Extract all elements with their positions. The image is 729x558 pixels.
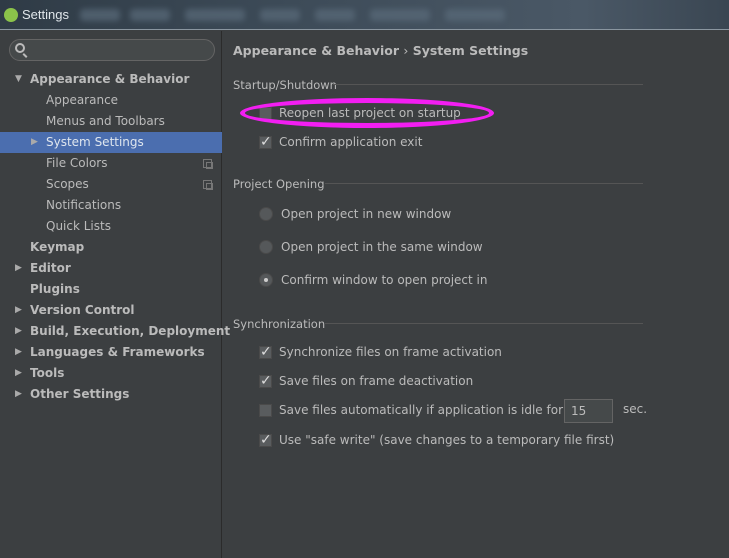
collapse-arrow-icon[interactable]: ▶ [31, 132, 38, 153]
sidebar-item[interactable]: ▶ Tools [0, 363, 222, 384]
collapse-arrow-icon[interactable]: ▶ [15, 384, 22, 405]
collapse-arrow-icon[interactable]: ▶ [15, 363, 22, 384]
reopen-last-project-checkbox[interactable]: Reopen last project on startup [259, 104, 461, 122]
checkbox[interactable] [259, 343, 272, 361]
sidebar-item[interactable]: Plugins [0, 279, 222, 300]
save-on-deactivation-checkbox[interactable]: Save files on frame deactivation [259, 372, 473, 390]
sidebar-item[interactable]: ▶ Version Control [0, 300, 222, 321]
breadcrumb-current: System Settings [412, 43, 529, 58]
settings-tree: ▼ Appearance & Behavior Appearance Menus an… [0, 69, 230, 405]
sidebar-item[interactable]: ▶ Editor [0, 258, 222, 279]
sidebar-item[interactable]: Appearance [0, 90, 222, 111]
breadcrumb-separator: › [403, 43, 409, 58]
sidebar-item-label: Plugins [30, 282, 80, 296]
collapse-arrow-icon[interactable]: ▶ [15, 258, 22, 279]
sidebar-item[interactable]: Menus and Toolbars [0, 111, 222, 132]
android-studio-icon [4, 8, 18, 22]
settings-sidebar: ▼ Appearance & Behavior Appearance Menus an… [0, 31, 230, 558]
sidebar-item[interactable]: Keymap [0, 237, 222, 258]
sidebar-item[interactable]: Quick Lists [0, 216, 222, 237]
breadcrumb: Appearance & Behavior › System Settings [233, 43, 528, 58]
sidebar-item[interactable]: Scopes [0, 174, 222, 195]
sidebar-item-label: Notifications [46, 198, 122, 212]
sidebar-item-label: Other Settings [30, 387, 130, 401]
sidebar-item-label: Appearance & Behavior [30, 72, 190, 86]
checkbox[interactable] [259, 372, 272, 390]
radio[interactable] [259, 207, 273, 221]
collapse-arrow-icon[interactable]: ▶ [15, 300, 22, 321]
sidebar-item-label: Languages & Frameworks [30, 345, 205, 359]
project-scope-icon [203, 180, 213, 190]
settings-content: Appearance & Behavior › System Settings … [223, 31, 729, 558]
sidebar-item-label: Appearance [46, 93, 119, 107]
sidebar-item-label: Menus and Toolbars [46, 114, 165, 128]
sidebar-item-label: Version Control [30, 303, 135, 317]
sidebar-item[interactable]: Notifications [0, 195, 222, 216]
search-input[interactable] [9, 39, 215, 61]
sidebar-item[interactable]: ▶ Build, Execution, Deployment [0, 321, 230, 342]
sidebar-item-label: Editor [30, 261, 71, 275]
checkbox[interactable] [259, 431, 272, 449]
sidebar-item-label: Build, Execution, Deployment [30, 324, 231, 338]
sidebar-item[interactable]: ▼ Appearance & Behavior [0, 69, 222, 90]
save-idle-checkbox[interactable]: Save files automatically if application … [259, 401, 563, 419]
divider [325, 183, 643, 184]
checkbox[interactable] [259, 107, 272, 120]
safe-write-checkbox[interactable]: Use "safe write" (save changes to a temp… [259, 431, 614, 449]
sidebar-item-label: Tools [30, 366, 65, 380]
sidebar-item-label: Scopes [46, 177, 89, 191]
sidebar-item-label: Keymap [30, 240, 85, 254]
confirm-exit-checkbox[interactable]: Confirm application exit [259, 133, 422, 151]
divider [333, 84, 643, 85]
sync-on-activation-checkbox[interactable]: Synchronize files on frame activation [259, 343, 502, 361]
expand-arrow-icon[interactable]: ▼ [15, 69, 22, 90]
sidebar-item[interactable]: ▶ System Settings [0, 132, 222, 153]
checkbox[interactable] [259, 404, 272, 417]
sidebar-item-label: Quick Lists [46, 219, 111, 233]
search-icon [15, 43, 25, 53]
window-title: Settings [22, 7, 69, 22]
divider [325, 323, 643, 324]
radio[interactable] [259, 240, 273, 254]
collapse-arrow-icon[interactable]: ▶ [15, 342, 22, 363]
radio-same-window[interactable]: Open project in the same window [259, 238, 483, 256]
group-synchronization-title: Synchronization [233, 317, 326, 331]
collapse-arrow-icon[interactable]: ▶ [15, 321, 22, 342]
sidebar-item[interactable]: File Colors [0, 153, 222, 174]
sidebar-item[interactable]: ▶ Languages & Frameworks [0, 342, 222, 363]
radio[interactable] [259, 273, 273, 287]
checkbox[interactable] [259, 133, 272, 151]
project-scope-icon [203, 159, 213, 169]
radio-confirm-window[interactable]: Confirm window to open project in [259, 271, 487, 289]
sidebar-item-label: System Settings [46, 135, 144, 149]
seconds-unit-label: sec. [623, 402, 648, 416]
group-project-opening-title: Project Opening [233, 177, 325, 191]
radio-new-window[interactable]: Open project in new window [259, 205, 451, 223]
sidebar-item[interactable]: ▶ Other Settings [0, 384, 222, 405]
idle-seconds-input[interactable]: 15 [564, 399, 613, 423]
breadcrumb-parent[interactable]: Appearance & Behavior [233, 43, 399, 58]
sidebar-item-label: File Colors [46, 156, 108, 170]
title-bar: Settings [0, 0, 729, 30]
group-startup-title: Startup/Shutdown [233, 78, 337, 92]
